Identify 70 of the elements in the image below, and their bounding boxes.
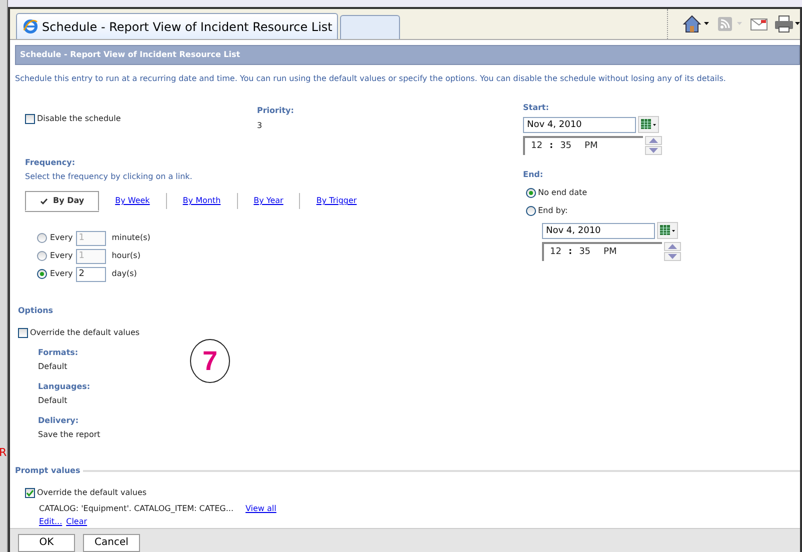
option-label: Languages: bbox=[38, 381, 90, 393]
time-part: 35 bbox=[579, 246, 591, 259]
checkbox[interactable] bbox=[25, 114, 35, 124]
date-field[interactable]: Nov 4, 2010 bbox=[523, 116, 636, 132]
spin-down-icon[interactable] bbox=[664, 252, 681, 261]
frequency-tab[interactable]: By Year bbox=[236, 193, 300, 209]
radio-label: End by: bbox=[538, 205, 568, 217]
prompt-values-label: Prompt values bbox=[15, 465, 80, 477]
option-label: Delivery: bbox=[38, 415, 79, 427]
dialog-title: Schedule - Report View of Incident Resource List bbox=[15, 45, 800, 65]
calendar-icon[interactable] bbox=[657, 222, 678, 239]
radio-label: Every bbox=[50, 268, 73, 280]
radio-button[interactable] bbox=[37, 269, 47, 279]
spin-up-icon[interactable] bbox=[645, 136, 662, 145]
time-part: 12 bbox=[531, 140, 542, 153]
frequency-tab[interactable]: By Day bbox=[25, 191, 100, 211]
annotation-number: 7 bbox=[190, 339, 230, 383]
checkbox-label: Override the default values bbox=[37, 487, 147, 499]
time-part: PM bbox=[584, 140, 598, 153]
action-link[interactable]: Clear bbox=[66, 516, 88, 528]
frequency-tab[interactable]: By Trigger bbox=[299, 193, 373, 209]
radio-button[interactable] bbox=[526, 206, 536, 216]
radio-label: Every bbox=[50, 232, 73, 244]
description-text: Schedule this entry to run at a recurring date and time. You can run using the default values or specify the options. You can disable the schedule without losing any of its details. bbox=[15, 73, 727, 85]
option-label: Formats: bbox=[38, 347, 78, 359]
priority-value: 3 bbox=[257, 120, 264, 132]
prompt-summary: CATALOG: 'Equipment'. CATALOG_ITEM: CATEG... bbox=[39, 503, 234, 515]
date-field[interactable]: Nov 4, 2010 bbox=[542, 222, 655, 238]
calendar-icon[interactable] bbox=[638, 116, 659, 133]
frequency-hint: Select the frequency by clicking on a link. bbox=[25, 171, 194, 183]
option-value: Save the report bbox=[38, 429, 100, 441]
checkbox-label: Override the default values bbox=[30, 327, 140, 339]
time-field[interactable]: 12 : 35 PM bbox=[542, 242, 662, 261]
options-label: Options bbox=[18, 305, 54, 317]
dialog-button[interactable]: OK bbox=[18, 534, 75, 552]
time-part: : bbox=[568, 246, 572, 259]
dialog-button[interactable]: Cancel bbox=[83, 534, 140, 552]
checkbox[interactable] bbox=[18, 328, 28, 338]
radio-button[interactable] bbox=[526, 188, 536, 198]
spin-up-icon[interactable] bbox=[664, 242, 681, 251]
radio-label: No end date bbox=[538, 187, 588, 199]
checkbox[interactable] bbox=[25, 488, 35, 498]
start-label: Start: bbox=[523, 102, 550, 114]
background-text: R bbox=[0, 447, 7, 458]
time-field[interactable]: 12 : 35 PM bbox=[523, 136, 643, 155]
spin-down-icon[interactable] bbox=[645, 146, 662, 155]
number-field[interactable]: 2 bbox=[76, 266, 106, 282]
unit-label: hour(s) bbox=[112, 250, 140, 262]
unit-label: day(s) bbox=[112, 268, 137, 280]
option-value: Default bbox=[38, 395, 68, 407]
radio-label: Every bbox=[50, 250, 73, 262]
time-part: : bbox=[549, 140, 554, 153]
frequency-tab[interactable]: By Week bbox=[99, 193, 166, 209]
action-link[interactable]: Edit... bbox=[39, 516, 62, 528]
browser-tab[interactable]: Schedule - Report View of Incident Resource List bbox=[16, 13, 338, 39]
view-all-link[interactable]: View all bbox=[245, 503, 276, 515]
frequency-label: Frequency: bbox=[25, 157, 76, 169]
home-icon[interactable] bbox=[682, 14, 710, 34]
time-part: PM bbox=[604, 246, 617, 259]
frequency-tab[interactable]: By Month bbox=[166, 193, 237, 209]
checkbox-label: Disable the schedule bbox=[37, 113, 121, 125]
priority-label: Priority: bbox=[257, 105, 294, 117]
check-icon bbox=[40, 198, 48, 204]
unit-label: minute(s) bbox=[112, 232, 150, 244]
end-label: End: bbox=[523, 169, 544, 181]
printer-icon[interactable] bbox=[774, 14, 800, 34]
time-part: 35 bbox=[560, 140, 572, 153]
time-part: 12 bbox=[550, 246, 562, 259]
browser-logo-icon bbox=[23, 19, 38, 34]
option-value: Default bbox=[38, 361, 68, 373]
